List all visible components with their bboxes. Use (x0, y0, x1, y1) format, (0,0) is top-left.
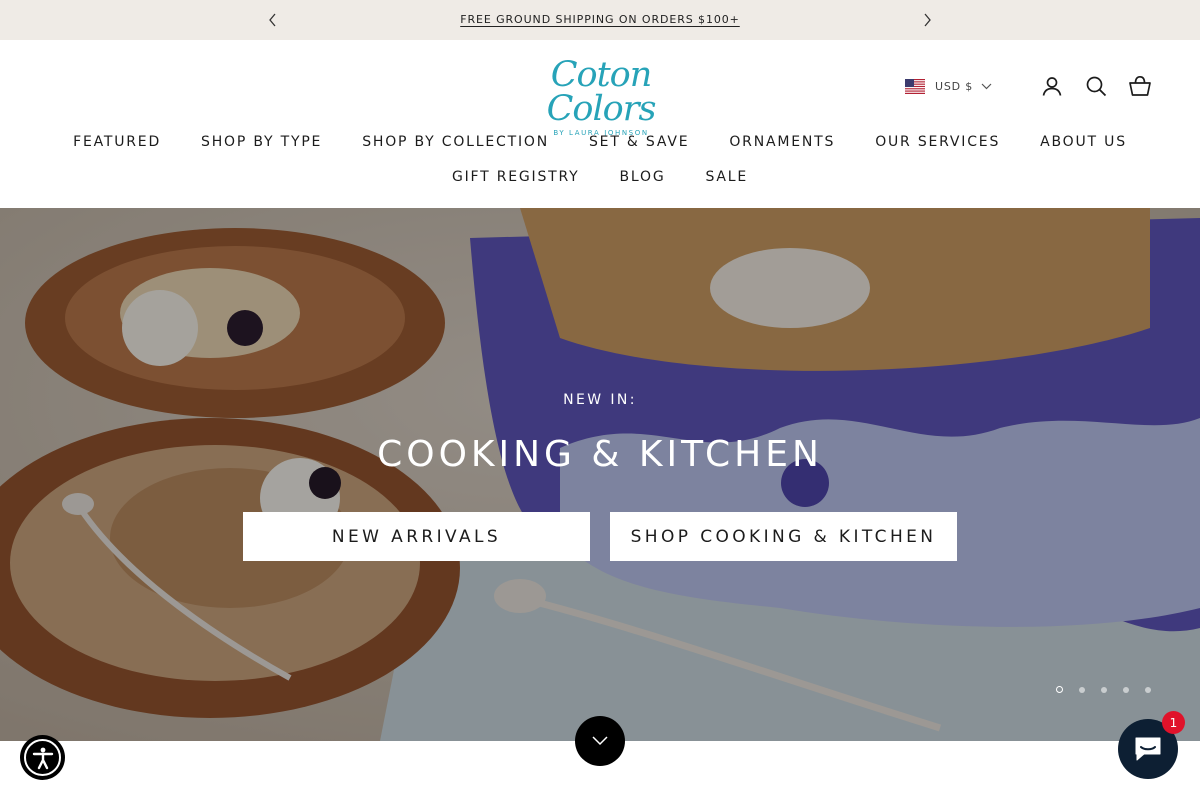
nav-item-sale[interactable]: SALE (685, 168, 768, 186)
shop-cooking-kitchen-button[interactable]: SHOP COOKING & KITCHEN (610, 512, 957, 561)
main-nav-row-1: FEATURED SHOP BY TYPE SHOP BY COLLECTION… (0, 133, 1200, 151)
nav-item-shop-by-collection[interactable]: SHOP BY COLLECTION (342, 133, 569, 151)
slide-dot-5[interactable] (1145, 686, 1151, 693)
new-arrivals-button[interactable]: NEW ARRIVALS (243, 512, 590, 561)
chevron-down-icon (981, 83, 992, 89)
currency-label: USD $ (935, 79, 973, 93)
account-icon (1042, 77, 1062, 96)
slide-dot-3[interactable] (1101, 686, 1107, 693)
currency-selector[interactable]: USD $ (905, 78, 992, 94)
hero-slideshow: NEW IN: COOKING & KITCHEN NEW ARRIVALS S… (0, 208, 1200, 741)
search-button[interactable] (1084, 74, 1108, 98)
hero-title: COOKING & KITCHEN (377, 434, 823, 475)
chevron-down-icon (592, 736, 608, 746)
nav-item-our-services[interactable]: OUR SERVICES (855, 133, 1020, 151)
nav-item-about-us[interactable]: ABOUT US (1020, 133, 1147, 151)
slide-dot-1[interactable] (1056, 686, 1063, 693)
header-utilities: USD $ (905, 74, 1152, 98)
accessibility-button[interactable] (20, 735, 65, 780)
cart-button[interactable] (1128, 74, 1152, 98)
chat-icon (1135, 737, 1161, 761)
account-button[interactable] (1040, 74, 1064, 98)
chat-notification-badge: 1 (1162, 711, 1185, 734)
announcement-text[interactable]: FREE GROUND SHIPPING ON ORDERS $100+ (460, 13, 740, 26)
nav-item-ornaments[interactable]: ORNAMENTS (709, 133, 855, 151)
us-flag-icon (905, 78, 925, 94)
cart-icon (1129, 75, 1151, 96)
nav-item-set-and-save[interactable]: SET & SAVE (569, 133, 709, 151)
slide-dot-4[interactable] (1123, 686, 1129, 693)
site-header: Coton Colors BY LAURA JOHNSON USD $ FEAT… (0, 40, 1200, 208)
accessibility-ring (24, 739, 61, 776)
announcement-next-button[interactable] (917, 10, 937, 30)
slide-pagination (1056, 686, 1167, 693)
main-nav-row-2: GIFT REGISTRY BLOG SALE (0, 168, 1200, 186)
nav-item-gift-registry[interactable]: GIFT REGISTRY (432, 168, 600, 186)
brand-name: Coton Colors (546, 55, 657, 129)
accessibility-icon (32, 747, 53, 769)
slide-dot-2[interactable] (1079, 686, 1085, 693)
nav-item-blog[interactable]: BLOG (600, 168, 686, 186)
scroll-down-button[interactable] (575, 716, 625, 766)
nav-item-shop-by-type[interactable]: SHOP BY TYPE (181, 133, 342, 151)
search-icon (1086, 76, 1107, 97)
hero-eyebrow: NEW IN: (563, 392, 637, 408)
nav-item-featured[interactable]: FEATURED (53, 133, 181, 151)
chevron-right-icon (924, 13, 931, 27)
brand-logo[interactable]: Coton Colors BY LAURA JOHNSON (525, 58, 677, 138)
announcement-bar: FREE GROUND SHIPPING ON ORDERS $100+ (0, 0, 1200, 40)
